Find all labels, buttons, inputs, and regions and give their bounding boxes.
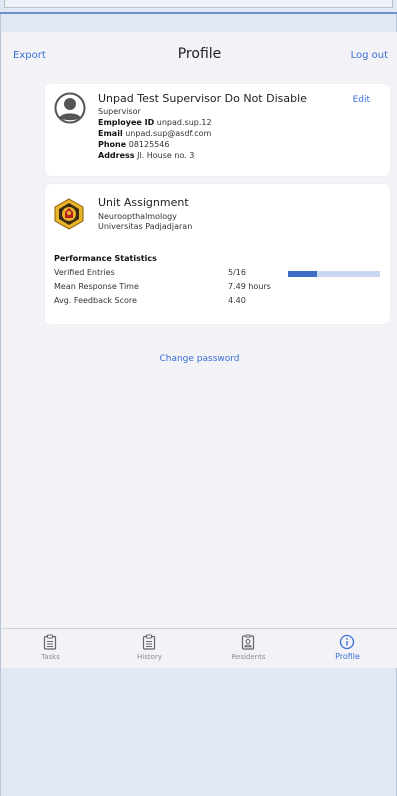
clipboard-icon xyxy=(142,634,156,650)
browser-bar xyxy=(4,0,393,8)
stat-value: 5/16 xyxy=(228,268,246,277)
page-title: Profile xyxy=(177,46,222,62)
stat-value: 7.49 hours xyxy=(228,282,271,291)
employee-id-value: unpad.sup.12 xyxy=(156,118,212,127)
stat-value: 4.40 xyxy=(228,296,246,305)
unit-card: Unit Assignment Neuroopthalmology Univer… xyxy=(45,184,390,324)
stat-label: Mean Response Time xyxy=(54,282,139,291)
stat-label: Avg. Feedback Score xyxy=(54,296,137,305)
tab-tasks[interactable]: Tasks xyxy=(1,629,100,669)
change-password-link: Change password xyxy=(1,354,397,364)
tab-label: Profile xyxy=(335,652,360,661)
tab-residents[interactable]: Residents xyxy=(199,629,298,669)
stats-title: Performance Statistics xyxy=(54,254,157,263)
unit-title: Unit Assignment xyxy=(98,196,189,209)
tab-label: Residents xyxy=(231,653,266,661)
phone-line: Phone 08125546 xyxy=(98,140,169,149)
tab-label: History xyxy=(137,653,162,661)
clipboard-icon xyxy=(43,634,57,650)
address-value: Jl. House no. 3 xyxy=(137,151,195,160)
unit-department: Neuroopthalmology xyxy=(98,212,177,221)
email-value: unpad.sup@asdf.com xyxy=(125,129,212,138)
logout-button[interactable]: Log out xyxy=(351,50,388,61)
profile-card: Unpad Test Supervisor Do Not Disable Sup… xyxy=(45,84,390,176)
stat-row-feedback: Avg. Feedback Score 4.40 xyxy=(54,296,384,308)
phone-label: Phone xyxy=(98,140,127,149)
address-line: Address Jl. House no. 3 xyxy=(98,151,194,160)
tab-history[interactable]: History xyxy=(100,629,199,669)
verified-progress-fill xyxy=(288,271,317,277)
email-label: Email xyxy=(98,129,123,138)
info-icon xyxy=(339,634,355,650)
nav-header: Export Profile Log out xyxy=(1,32,397,78)
profile-name: Unpad Test Supervisor Do Not Disable xyxy=(98,92,307,105)
stat-label: Verified Entries xyxy=(54,268,115,277)
id-badge-icon xyxy=(241,634,255,650)
change-password-button[interactable]: Change password xyxy=(159,354,239,364)
verified-progress-bar xyxy=(288,271,380,277)
stat-row-response-time: Mean Response Time 7.49 hours xyxy=(54,282,384,294)
address-label: Address xyxy=(98,151,135,160)
email-line: Email unpad.sup@asdf.com xyxy=(98,129,211,138)
tab-bar: Tasks History Residents Profile xyxy=(1,628,397,668)
phone-value: 08125546 xyxy=(128,140,170,149)
university-crest-icon xyxy=(54,198,84,230)
unit-institution: Universitas Padjadjaran xyxy=(98,222,193,231)
profile-role: Supervisor xyxy=(98,107,141,116)
tab-label: Tasks xyxy=(41,653,60,661)
tab-profile[interactable]: Profile xyxy=(298,629,397,669)
employee-id-line: Employee ID unpad.sup.12 xyxy=(98,118,212,127)
avatar-icon xyxy=(54,92,86,124)
stat-row-verified: Verified Entries 5/16 xyxy=(54,268,384,280)
edit-button[interactable]: Edit xyxy=(353,95,370,105)
profile-screen: Export Profile Log out Unpad Test Superv… xyxy=(1,32,397,668)
app-frame: Export Profile Log out Unpad Test Superv… xyxy=(0,14,397,796)
employee-id-label: Employee ID xyxy=(98,118,155,127)
